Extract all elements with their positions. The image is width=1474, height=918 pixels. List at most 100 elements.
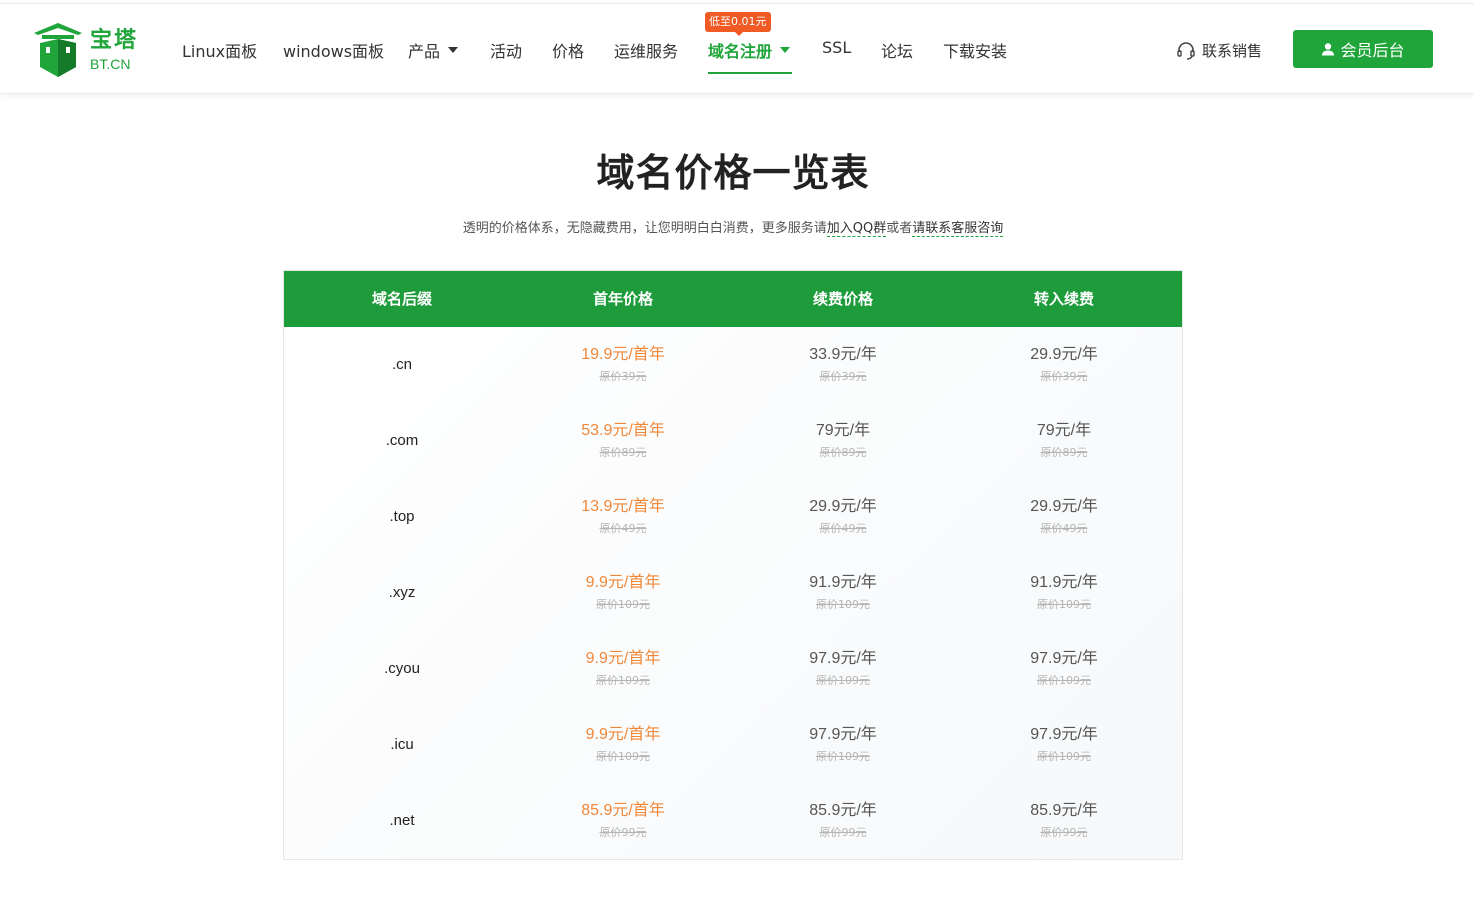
nav-label: 下载安装 <box>943 42 1008 61</box>
nav-windows-panel[interactable]: windows面板 <box>283 38 384 62</box>
renew-price-cell: 79元/年原价89元 <box>733 403 953 479</box>
nav-ops-service[interactable]: 运维服务 <box>614 38 678 62</box>
fortress-logo-icon <box>34 23 82 77</box>
caret-down-icon <box>448 46 459 53</box>
original-price: 原价109元 <box>1037 750 1091 763</box>
first-year-price-cell: 9.9元/首年原价109元 <box>513 707 733 783</box>
user-icon <box>1322 43 1335 56</box>
original-price: 原价89元 <box>819 446 867 459</box>
original-price: 原价109元 <box>596 674 650 687</box>
first-year-price: 9.9元/首年 <box>585 574 661 591</box>
original-price: 原价109元 <box>1037 674 1091 687</box>
header-suffix: 域名后缀 <box>371 290 432 308</box>
renew-price-cell: 97.9元/年原价109元 <box>733 707 953 783</box>
first-year-price: 9.9元/首年 <box>585 650 661 667</box>
nav-label: 运维服务 <box>614 42 679 61</box>
nav-label: 论坛 <box>881 42 914 61</box>
subtitle-text: 透明的价格体系，无隐藏费用，让您明明白白消费，更多服务请 <box>462 221 827 236</box>
transfer-price: 97.9元/年 <box>1030 726 1098 743</box>
first-year-price: 9.9元/首年 <box>585 726 661 743</box>
original-price: 原价99元 <box>599 826 647 839</box>
headset-icon <box>1177 41 1195 60</box>
transfer-price-cell: 29.9元/年原价39元 <box>954 327 1174 403</box>
nav-forum[interactable]: 论坛 <box>881 38 913 62</box>
renew-price: 29.9元/年 <box>809 498 877 515</box>
header-first-year: 首年价格 <box>592 290 653 308</box>
nav-label: 产品 <box>408 42 441 61</box>
nav-domain-register[interactable]: 域名注册 <box>708 38 791 62</box>
nav-activity[interactable]: 活动 <box>490 38 522 62</box>
renew-price: 97.9元/年 <box>809 650 877 667</box>
nav-products[interactable]: 产品 <box>408 38 459 62</box>
transfer-price-cell: 29.9元/年原价49元 <box>954 479 1174 555</box>
page-subtitle: 透明的价格体系，无隐藏费用，让您明明白白消费，更多服务请加入QQ群或者请联系客服… <box>0 217 1466 237</box>
first-year-price-cell: 9.9元/首年原价109元 <box>513 555 733 631</box>
transfer-price-cell: 97.9元/年原价109元 <box>954 631 1174 707</box>
table-row: .net 85.9元/首年 原价99元 85.9元/年 原价99元 85.9元/年 原价99… <box>284 783 1182 859</box>
transfer-price-cell: 97.9元/年原价109元 <box>954 707 1174 783</box>
first-year-price: 19.9元/首年 <box>581 346 665 363</box>
original-price: 原价39元 <box>819 370 867 383</box>
first-year-price: 53.9元/首年 <box>581 422 665 439</box>
renew-price: 97.9元/年 <box>809 726 877 743</box>
nav-linux-panel[interactable]: Linux面板 <box>182 38 257 62</box>
transfer-price: 29.9元/年 <box>1030 346 1098 363</box>
first-year-price-cell: 53.9元/首年原价89元 <box>513 403 733 479</box>
original-price: 原价99元 <box>819 826 867 839</box>
renew-price: 33.9元/年 <box>809 346 877 363</box>
member-center-label: 会员后台 <box>1340 41 1405 60</box>
original-price: 原价39元 <box>599 370 647 383</box>
promo-badge: 低至0.01元 <box>705 12 771 36</box>
domain-suffix: .icu <box>390 736 414 753</box>
contact-support-link[interactable]: 请联系客服咨询 <box>912 221 1004 237</box>
original-price: 原价89元 <box>599 446 647 459</box>
original-price: 原价39元 <box>1040 370 1088 383</box>
domain-suffix: .net <box>389 812 415 829</box>
nav-label: 活动 <box>490 42 523 61</box>
renew-price: 91.9元/年 <box>809 574 877 591</box>
domain-price-table: 域名后缀 首年价格 续费价格 转入续费 .cn 19.9元/首年 原价39元 33.9… <box>283 270 1183 860</box>
original-price: 原价49元 <box>1040 522 1088 535</box>
table-row: .top 13.9元/首年 原价49元 29.9元/年 原价49元 29.9元/年 原价49… <box>284 479 1182 555</box>
first-year-price: 13.9元/首年 <box>581 498 665 515</box>
original-price: 原价109元 <box>1037 598 1091 611</box>
nav-label: Linux面板 <box>182 42 258 61</box>
transfer-price: 29.9元/年 <box>1030 498 1098 515</box>
contact-sales-link[interactable]: 联系销售 <box>1176 40 1262 61</box>
domain-suffix: .xyz <box>388 584 416 601</box>
domain-suffix: .cyou <box>384 660 420 677</box>
transfer-price: 79元/年 <box>1036 422 1092 439</box>
nav-label: 域名注册 <box>708 42 773 61</box>
nav-download[interactable]: 下载安装 <box>943 38 1007 62</box>
original-price: 原价109元 <box>596 598 650 611</box>
first-year-price: 85.9元/首年 <box>581 802 665 819</box>
nav-pricing[interactable]: 价格 <box>552 38 584 62</box>
top-header: 宝塔 BT.CN Linux面板 windows面板 产品 活动 价格 运维服务… <box>0 3 1474 94</box>
header-renew: 续费价格 <box>812 290 873 308</box>
original-price: 原价109元 <box>596 750 650 763</box>
transfer-price-cell: 79元/年 原价89元 <box>954 403 1174 479</box>
renew-price: 79元/年 <box>815 422 871 439</box>
original-price: 原价99元 <box>1040 826 1088 839</box>
renew-price-cell: 91.9元/年 原价109元 <box>733 555 953 631</box>
logo[interactable]: 宝塔 BT.CN <box>32 20 142 80</box>
nav-label: SSL <box>822 38 852 57</box>
renew-price-cell: 33.9元/年原价39元 <box>733 327 953 403</box>
renew-price-cell: 97.9元/年 原价109元 <box>733 631 953 707</box>
nav-label: 价格 <box>552 42 585 61</box>
transfer-price-cell: 91.9元/年 原价109元 <box>954 555 1174 631</box>
active-nav-underline <box>708 72 792 74</box>
nav-ssl[interactable]: SSL <box>822 38 851 57</box>
transfer-price: 97.9元/年 <box>1030 650 1098 667</box>
table-row: .cn 19.9元/首年 原价39元 33.9元/年 原价39元 29.9元/年 原价39元 <box>284 327 1182 403</box>
domain-suffix: .top <box>389 508 415 525</box>
domain-suffix: .com <box>385 432 419 449</box>
renew-price-cell: 29.9元/年 原价49元 <box>733 479 953 555</box>
member-center-button[interactable]: 会员后台 <box>1293 30 1433 68</box>
contact-sales-label: 联系销售 <box>1202 42 1263 60</box>
join-qq-group-link[interactable]: 加入QQ群 <box>826 221 887 237</box>
logo-cn-text: 宝塔 <box>90 27 139 53</box>
subtitle-or: 或者 <box>886 221 913 236</box>
first-year-price-cell: 13.9元/首年 原价49元 <box>513 479 733 555</box>
original-price: 原价109元 <box>816 750 870 763</box>
